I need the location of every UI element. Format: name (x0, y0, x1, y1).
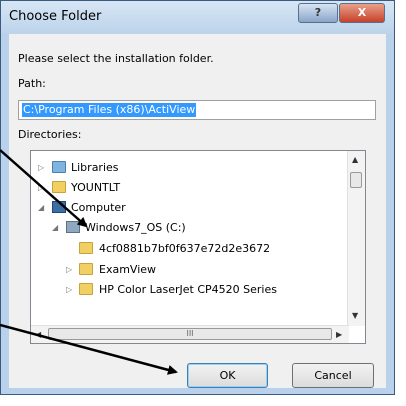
annotation-arrow-drive (0, 149, 88, 228)
annotation-arrows (0, 149, 178, 375)
annotation-arrow-ok (0, 323, 178, 375)
